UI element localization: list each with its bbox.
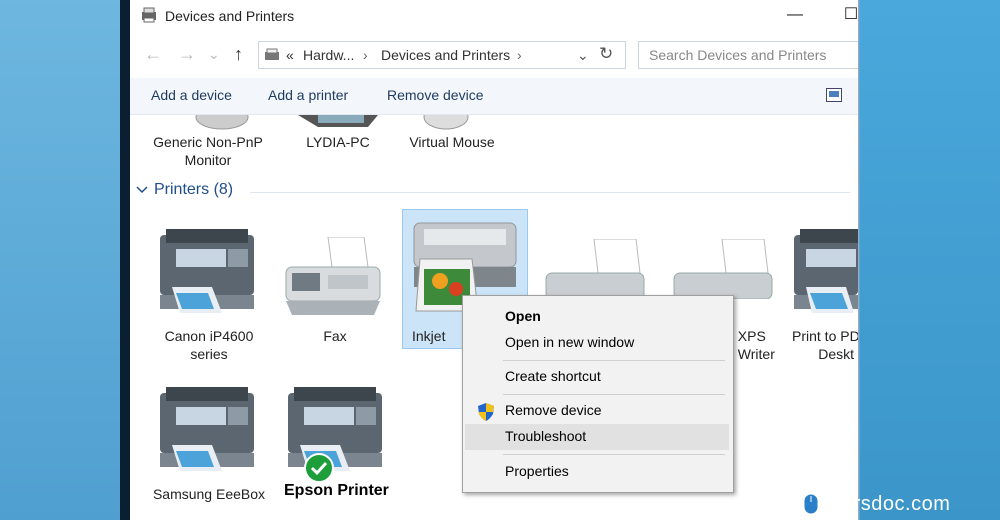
desktop-background-left [0,0,120,520]
minimize-button[interactable]: — [780,4,810,28]
search-placeholder: Search Devices and Printers [649,47,827,63]
title-bar: Devices and Printers — ☐ [130,0,858,32]
remove-device-button[interactable]: Remove device [387,87,484,103]
xps-writer-printer-icon[interactable] [668,239,778,299]
recent-locations-icon[interactable]: ⌄ [208,46,220,63]
back-arrow-icon[interactable]: ← [144,44,162,65]
mouse-icon[interactable] [416,115,476,131]
maximize-button[interactable]: ☐ [836,4,858,28]
menu-separator [503,454,725,455]
breadcrumb-hardware[interactable]: Hardw... [303,47,354,63]
device-label-virtual-mouse[interactable]: Virtual Mouse [392,133,512,151]
uac-shield-icon [478,403,494,421]
menu-item-properties[interactable]: Properties [465,459,729,485]
navigation-bar: ← → ⌄ ↑ « Hardw... › Devices and Printer… [130,38,858,72]
printer-generic-icon[interactable] [540,239,650,299]
menu-item-troubleshoot[interactable]: Troubleshoot [465,424,729,450]
print-to-pdf-printer-icon[interactable] [792,227,858,319]
menu-item-remove-device[interactable]: Remove device [465,398,729,424]
computer-icon[interactable] [298,115,378,131]
address-bar[interactable]: « Hardw... › Devices and Printers › ⌄ ↻ [258,41,626,69]
printer-canon-icon[interactable] [152,227,262,319]
printer-samsung-icon[interactable] [152,385,262,477]
printer-epson-icon[interactable] [280,385,390,477]
menu-item-open-new-window[interactable]: Open in new window [465,330,729,356]
menu-item-open[interactable]: Open [465,304,729,330]
device-label-generic-monitor[interactable]: Generic Non-PnP Monitor [148,133,268,169]
forward-arrow-icon[interactable]: → [178,44,196,65]
breadcrumb-separator: › [517,47,522,63]
command-bar: Add a device Add a printer Remove device [130,78,858,115]
printers-section-header[interactable]: Printers (8) [154,181,233,199]
printer-label-print-to-pdf[interactable]: Print to PD Deskt [792,327,858,363]
menu-item-create-shortcut[interactable]: Create shortcut [465,364,729,390]
fax-icon[interactable] [280,237,390,319]
printer-label-xps-writer[interactable]: t XPS t Writer [730,327,780,363]
address-dropdown-icon[interactable]: ⌄ [577,47,589,64]
breadcrumb-devices-printers[interactable]: Devices and Printers [381,47,510,63]
chevron-down-icon[interactable] [136,185,148,195]
refresh-icon[interactable]: ↻ [599,44,613,64]
devices-printers-icon [142,7,156,23]
breadcrumb-separator: › [363,47,368,63]
menu-separator [503,394,725,395]
desktop-background-right [860,0,1000,520]
menu-separator [503,360,725,361]
printer-label-inkjet[interactable]: Inkjet [412,327,452,345]
address-location-icon [265,48,279,60]
device-label-lydia-pc[interactable]: LYDIA-PC [278,133,398,151]
address-overflow[interactable]: « [286,47,294,63]
printer-label-canon[interactable]: Canon iP4600 series [154,327,264,363]
context-menu: Open Open in new window Create shortcut … [462,295,734,493]
monitor-icon[interactable] [182,115,262,131]
view-options-icon[interactable] [826,88,842,102]
up-arrow-icon[interactable]: ↑ [234,44,243,65]
epson-printer-label: Epson Printer [284,482,389,499]
default-printer-check-icon [304,453,334,483]
printer-label-fax[interactable]: Fax [280,327,390,345]
add-printer-button[interactable]: Add a printer [268,87,348,103]
watermark-mouse-icon [803,493,819,515]
watermark-text: orsdoc.com [842,493,951,515]
search-input[interactable]: Search Devices and Printers [638,41,858,69]
section-divider [250,192,850,193]
window-shadow-edge [120,0,130,520]
printer-label-samsung[interactable]: Samsung EeeBox [144,485,274,503]
window-title: Devices and Printers [165,8,295,24]
add-device-button[interactable]: Add a device [151,87,232,103]
